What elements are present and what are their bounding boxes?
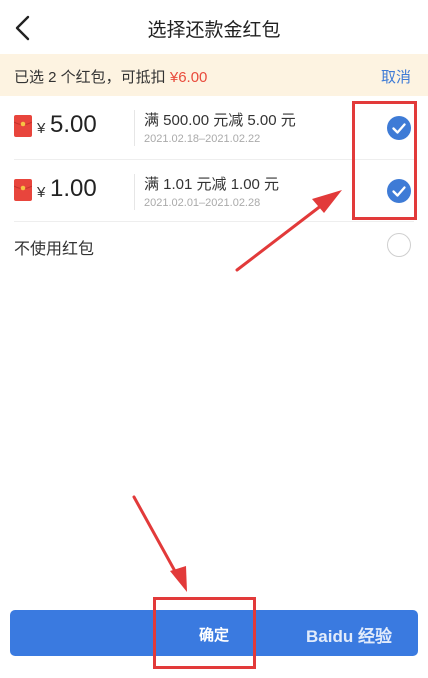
packet-condition: 满 1.01 元减 1.00 元: [144, 176, 280, 193]
packet-condition: 满 500.00 元减 5.00 元: [144, 112, 296, 129]
checkmark-icon: [392, 123, 406, 134]
watermark-logo: Baidu 经验: [306, 627, 392, 646]
packet-date-range: 2021.02.01–2021.02.28: [144, 197, 261, 209]
page-title: 选择还款金红包: [147, 20, 281, 41]
red-packet-item[interactable]: ¥ 1.00 满 1.01 元减 1.00 元 2021.02.01–2021.…: [0, 160, 428, 222]
radio-unchecked[interactable]: [387, 233, 411, 257]
packet-amount: 5.00: [50, 111, 97, 138]
currency-symbol: ¥: [37, 120, 46, 137]
selection-summary-bar: 已选 2 个红包，可抵扣 ¥6.00 取消: [0, 54, 428, 96]
red-packet-icon: [13, 115, 33, 137]
checkbox-checked[interactable]: [387, 116, 411, 140]
divider: [134, 174, 135, 210]
header-bar: 选择还款金红包: [0, 0, 428, 54]
deduction-amount: ¥6.00: [169, 69, 208, 86]
packet-amount: 1.00: [50, 175, 97, 202]
checkbox-checked[interactable]: [387, 179, 411, 203]
selection-summary: 已选 2 个红包，可抵扣 ¥6.00: [14, 66, 207, 87]
packet-date-range: 2021.02.18–2021.02.22: [144, 133, 261, 145]
summary-prefix: 已选 2 个红包，可抵扣: [14, 69, 170, 86]
currency-symbol: ¥: [37, 184, 46, 201]
no-red-packet-label: 不使用红包: [14, 241, 95, 258]
red-packet-icon: [13, 179, 33, 201]
divider: [134, 110, 135, 146]
red-packet-item[interactable]: ¥ 5.00 满 500.00 元减 5.00 元 2021.02.18–202…: [0, 96, 428, 160]
checkmark-icon: [392, 186, 406, 197]
cancel-button[interactable]: 取消: [381, 66, 411, 87]
no-red-packet-option[interactable]: 不使用红包: [0, 222, 428, 270]
watermark-url: jingyan.baidu.com: [312, 656, 377, 665]
